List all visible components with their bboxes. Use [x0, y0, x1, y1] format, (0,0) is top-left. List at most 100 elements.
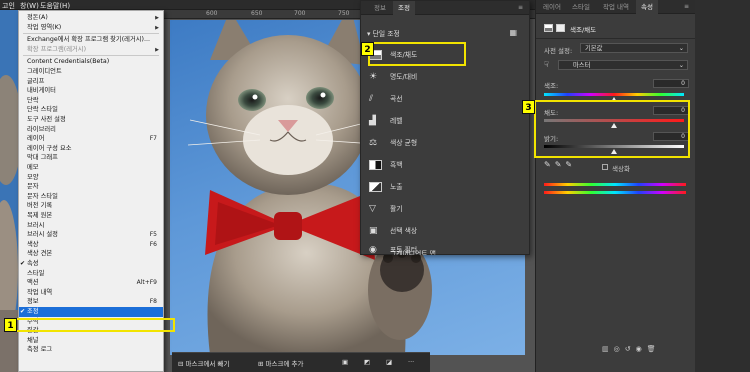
menu-item[interactable]: 색상 F6: [19, 240, 163, 250]
view-previous-icon[interactable]: ◎: [614, 345, 625, 353]
mask-icon-2[interactable]: ◩: [364, 358, 370, 366]
menu-item[interactable]: 버전 기록: [19, 201, 163, 211]
menu-item[interactable]: 색상 견본: [19, 249, 163, 259]
tab-layers[interactable]: 레이어: [538, 0, 566, 14]
menu-item[interactable]: 측정 로그: [19, 345, 163, 355]
hue-slider-track[interactable]: [544, 93, 684, 96]
menu-item-label: 정돈(A): [27, 14, 48, 21]
adjust-item-brightness[interactable]: ☀ 명도/대비: [369, 68, 524, 86]
menu-item[interactable]: ✔ 조정: [19, 307, 163, 317]
balance-icon: ⚖: [369, 138, 378, 148]
menu-item[interactable]: 문자: [19, 182, 163, 192]
eyedropper-plus-icon[interactable]: ✎: [555, 160, 566, 169]
chevron-down-icon: ⌄: [678, 45, 684, 52]
menu-item[interactable]: 메모: [19, 163, 163, 173]
more-icon[interactable]: ···: [408, 358, 414, 366]
menu-item-label: 스타일: [27, 269, 45, 277]
adjust-item-label: 노출: [390, 183, 403, 191]
adjust-item-exposure[interactable]: 노출: [369, 178, 524, 196]
menu-item-label: 버전 기록: [27, 202, 53, 210]
menu-item[interactable]: 브러시: [19, 221, 163, 231]
menu-item[interactable]: 단락 스타일: [19, 105, 163, 115]
properties-panel: 레이어 스타일 작업 내역 속성 ≡ 색조/채도 사전 설정: 기본값 ⌄ ☟ 마…: [535, 0, 695, 372]
preset-select[interactable]: 기본값 ⌄: [580, 43, 688, 53]
add-mask-button[interactable]: ⊞ 마스크에 추가: [258, 358, 303, 368]
visibility-icon[interactable]: ◉: [636, 345, 647, 353]
adjust-item-label: 선택 색상: [390, 227, 418, 235]
right-side-strip: [695, 0, 750, 372]
eyedropper-minus-icon[interactable]: ✎: [565, 160, 576, 169]
tab-properties[interactable]: 속성: [636, 0, 658, 14]
menu-item[interactable]: 라이브러리: [19, 125, 163, 135]
menu-item[interactable]: 작업 내역: [19, 288, 163, 298]
eyedropper-icon[interactable]: ✎: [544, 160, 555, 169]
adjustments-panel: 정보 조정 ≡ ▾ 단일 조정 ▦ 색조/채도 ☀ 명도/대비 ⫽ 곡선 ▟ 레벨 ⚖…: [360, 0, 530, 255]
menu-item[interactable]: 그레이디언트: [19, 67, 163, 77]
preset-value: 기본값: [585, 45, 603, 52]
menu-item[interactable]: Exchange에서 확장 프로그램 찾기(레거시)...: [19, 35, 163, 45]
menu-item[interactable]: 모양: [19, 173, 163, 183]
menu-item-shortcut: F8: [149, 298, 157, 306]
menu-item[interactable]: 확장 프로그램(레거시) ▶: [19, 45, 163, 55]
mask-icon-1[interactable]: ▣: [342, 358, 348, 366]
adjust-item-selective-color[interactable]: ▣ 선택 색상: [369, 222, 524, 240]
clip-to-layer-icon[interactable]: ▥: [602, 345, 614, 353]
exposure-icon: [369, 182, 382, 192]
submenu-arrow-icon: ▶: [155, 24, 159, 31]
menu-item[interactable]: 단락: [19, 96, 163, 106]
menu-item-label: 단락 스타일: [27, 106, 58, 114]
menu-item-shortcut: F6: [149, 240, 157, 248]
channel-select[interactable]: 마스터 ⌄: [558, 60, 688, 70]
adjust-item-gradient-map[interactable]: 그레이디언트 맵: [369, 248, 519, 255]
tab-history[interactable]: 작업 내역: [598, 0, 634, 14]
menu-item-label: 채널: [27, 336, 39, 344]
menu-item[interactable]: Content Credentials(Beta): [19, 57, 163, 67]
subtract-mask-button[interactable]: ⊟ 마스크에서 빼기: [178, 358, 229, 368]
mask-icon[interactable]: [556, 24, 565, 32]
menu-item[interactable]: 브러시 설정 F5: [19, 230, 163, 240]
chevron-down-icon: ⌄: [678, 62, 684, 69]
colorize-checkbox[interactable]: [602, 164, 608, 170]
menu-item[interactable]: 복제 원본: [19, 211, 163, 221]
adjust-item-label: 곡선: [390, 95, 403, 103]
adjust-item-bw[interactable]: 흑백: [369, 156, 524, 174]
single-adjust-section[interactable]: ▾ 단일 조정: [367, 28, 400, 38]
mask-icon-3[interactable]: ◪: [386, 358, 392, 366]
menu-item[interactable]: 스타일: [19, 269, 163, 279]
panel-menu-icon[interactable]: ≡: [684, 3, 689, 10]
reset-icon[interactable]: ↺: [625, 345, 636, 353]
adjust-item-curves[interactable]: ⫽ 곡선: [369, 90, 524, 108]
tab-adjustments[interactable]: 조정: [393, 1, 415, 15]
grid-view-icon[interactable]: ▦: [509, 28, 517, 37]
adjust-item-levels[interactable]: ▟ 레벨: [369, 112, 524, 130]
menu-item[interactable]: 정돈(A) ▶: [19, 13, 163, 23]
menu-item[interactable]: 레이어 구성 요소: [19, 144, 163, 154]
menu-item[interactable]: 정보 F8: [19, 297, 163, 307]
menu-item[interactable]: 도구 사전 설정: [19, 115, 163, 125]
menu-item-label: 정보: [27, 298, 39, 306]
menu-item[interactable]: 막대 그래프: [19, 153, 163, 163]
menu-item[interactable]: 레이어 F7: [19, 134, 163, 144]
tab-styles[interactable]: 스타일: [567, 0, 595, 14]
panel-menu-icon[interactable]: ≡: [518, 4, 523, 11]
menu-item[interactable]: 내비게이터: [19, 86, 163, 96]
eyedropper-tools[interactable]: ✎✎✎: [544, 160, 576, 169]
menu-item[interactable]: ✔ 속성: [19, 259, 163, 269]
menu-item[interactable]: 액션 Alt+F9: [19, 278, 163, 288]
menu-item-label: 속성: [27, 260, 39, 267]
menu-item-shortcut: F7: [149, 135, 157, 143]
menu-item-label: 작업 영역(K): [27, 23, 62, 31]
adjust-item-label: 활기: [390, 205, 403, 213]
trash-icon[interactable]: 🗑: [647, 345, 661, 353]
photoshop-window: { "menubar": { "items": ["고인", "창(W)", "…: [0, 0, 750, 372]
menu-item[interactable]: 채널: [19, 336, 163, 346]
target-adjust-hand-icon[interactable]: ☟: [544, 60, 549, 69]
adjust-item-color-balance[interactable]: ⚖ 색상 균형: [369, 134, 524, 152]
adjust-item-vibrance[interactable]: ▽ 활기: [369, 200, 524, 218]
menu-item[interactable]: 문자 스타일: [19, 192, 163, 202]
tab-info[interactable]: 정보: [369, 1, 391, 15]
menu-item[interactable]: 글리프: [19, 77, 163, 87]
add-mask-label: 마스크에 추가: [265, 360, 304, 368]
menu-item[interactable]: 작업 영역(K) ▶: [19, 23, 163, 33]
hue-value-input[interactable]: 0: [653, 79, 689, 88]
